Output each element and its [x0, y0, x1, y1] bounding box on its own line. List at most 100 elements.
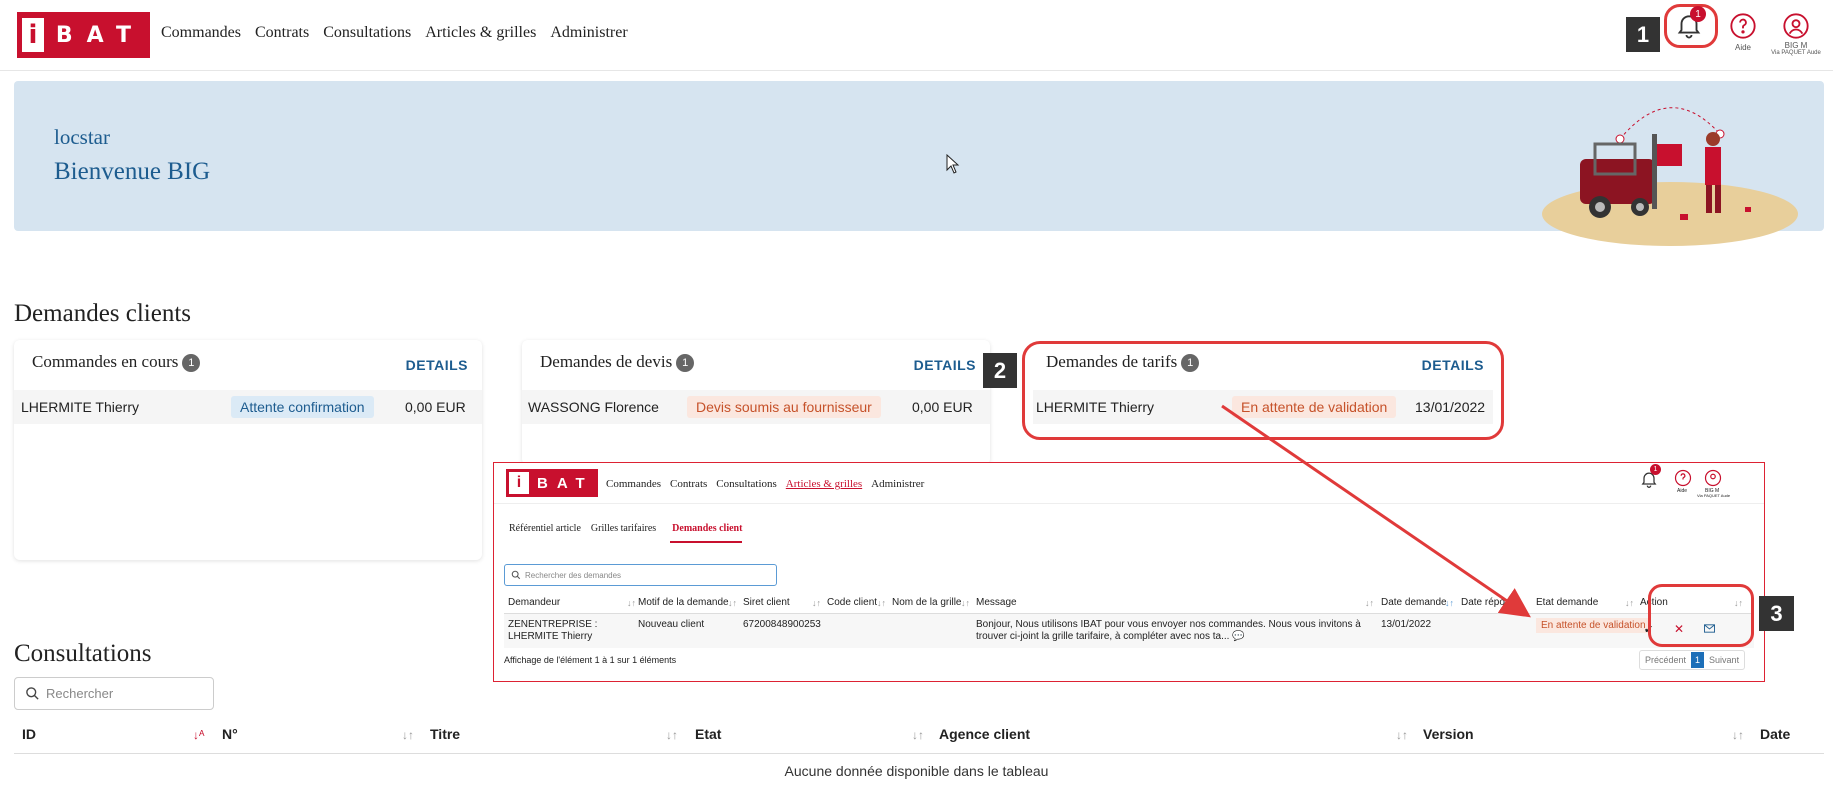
inset-user-sub: Via PAQUET Aude — [1697, 493, 1731, 498]
col-header: Etat demande — [1536, 597, 1599, 608]
help-button[interactable]: Aide — [1726, 12, 1760, 58]
callout-1: 1 — [1626, 17, 1660, 52]
col-header-etat[interactable]: Etat — [695, 726, 721, 742]
question-icon — [1730, 13, 1756, 39]
count-badge: 1 — [182, 354, 201, 373]
inset-tabs: Référentiel article Grilles tarifaires D… — [509, 523, 742, 534]
forklift-illustration-icon — [1542, 107, 1798, 246]
callout-2: 2 — [983, 353, 1017, 388]
sort-icon[interactable]: ↓↑ — [912, 728, 924, 742]
welcome-banner: locstar Bienvenue BIG — [14, 81, 1824, 246]
inset-footer-info: Affichage de l'élément 1 à 1 sur 1 éléme… — [504, 655, 677, 665]
card-title: Commandes en cours 1 — [32, 352, 201, 373]
client-name: WASSONG Florence — [528, 399, 659, 415]
status-badge: En attente de validation — [1536, 618, 1651, 633]
inset-divider — [494, 503, 1764, 504]
sort-icon[interactable]: ↓↑ — [1732, 728, 1744, 742]
sort-icon: ↓↑ — [961, 598, 970, 608]
tab-referentiel: Référentiel article — [509, 523, 581, 534]
col-header: Code client — [827, 597, 878, 608]
sort-icon[interactable]: ↓↑ — [666, 728, 678, 742]
notification-count-badge: 1 — [1690, 6, 1706, 22]
sort-icon: ↓↑ — [728, 598, 737, 608]
tab-demandes-client: Demandes client — [672, 523, 743, 534]
company-name: locstar — [54, 125, 110, 149]
user-sub: Via PAQUET Aude — [1771, 50, 1821, 56]
comment-icon: 💬 — [1232, 631, 1245, 642]
amount: 0,00 EUR — [405, 399, 466, 415]
sort-icon: ↓↑ — [627, 598, 636, 608]
col-header: Date réponse — [1461, 597, 1522, 608]
search-icon — [511, 570, 521, 580]
inset-pager: Précédent 1 Suivant — [1639, 650, 1746, 670]
list-item[interactable]: LHERMITE Thierry Attente confirmation 0,… — [14, 390, 482, 424]
col-header: Motif de la demande — [638, 597, 729, 608]
table-row: ZENENTREPRISE : LHERMITE Thierry Nouveau … — [504, 614, 1754, 648]
inset-screenshot: i BAT Commandes Contrats Consultations A… — [493, 462, 1765, 682]
col-header-numero[interactable]: N° — [222, 726, 238, 742]
inset-help-label: Aide — [1677, 488, 1688, 494]
main-nav: Commandes Contrats Consultations Article… — [161, 24, 628, 42]
cell-date: 13/01/2022 — [1381, 619, 1432, 630]
pager-page: 1 — [1691, 652, 1705, 668]
list-item[interactable]: WASSONG Florence Devis soumis au fournis… — [522, 390, 990, 424]
sort-icon[interactable]: ↓↑ — [402, 728, 414, 742]
details-link[interactable]: DETAILS — [406, 357, 468, 373]
inset-notif-badge: 1 — [1650, 464, 1661, 475]
col-header: Demandeur — [508, 597, 561, 608]
annotation-tarifs-highlight — [1022, 341, 1504, 440]
sort-asc-icon[interactable]: ↓ᴬ — [193, 728, 204, 742]
nav-contrats[interactable]: Contrats — [255, 24, 309, 42]
logo-i: i — [22, 18, 44, 52]
inset-nav: Commandes Contrats Consultations Article… — [606, 478, 924, 490]
nav-articles-grilles[interactable]: Articles & grilles — [425, 24, 536, 42]
col-header-date[interactable]: Date — [1760, 726, 1790, 742]
header-divider — [0, 70, 1833, 71]
consultations-search-input[interactable]: Rechercher — [14, 677, 214, 710]
sort-icon[interactable]: ↓↑ — [1396, 728, 1408, 742]
card-title: Demandes de devis 1 — [540, 352, 695, 373]
cell-siret: 67200848900253 — [743, 619, 821, 630]
search-icon — [26, 687, 39, 700]
nav-consultations[interactable]: Consultations — [323, 24, 411, 42]
consultations-title: Consultations — [14, 640, 152, 667]
user-icon — [1783, 13, 1809, 39]
inset-nav-item: Articles & grilles — [785, 478, 863, 490]
sort-icon: ↓↑ — [877, 598, 886, 608]
ibat-logo[interactable]: i BAT — [17, 12, 150, 58]
col-header-id[interactable]: ID — [22, 726, 36, 742]
inset-nav-item: Administrer — [871, 478, 925, 490]
logo-text: BAT — [55, 22, 145, 48]
user-name: BIG M — [1784, 41, 1808, 50]
col-header-agence-client[interactable]: Agence client — [939, 726, 1030, 742]
nav-commandes[interactable]: Commandes — [161, 24, 241, 42]
pager-prev: Précédent — [1645, 655, 1687, 665]
cell-motif: Nouveau client — [638, 619, 705, 630]
col-header: Message — [976, 597, 1017, 608]
sort-icon: ↓↑ — [1445, 598, 1454, 608]
sort-icon: ↓↑ — [812, 598, 821, 608]
nav-administrer[interactable]: Administrer — [550, 24, 627, 42]
annotation-action-highlight — [1648, 584, 1754, 647]
demandes-title: Demandes clients — [14, 300, 192, 327]
user-menu[interactable]: BIG M Via PAQUET Aude — [1768, 12, 1824, 62]
table-header-rule — [14, 753, 1824, 754]
callout-3: 3 — [1759, 596, 1794, 631]
amount: 0,00 EUR — [912, 399, 973, 415]
notification-bell[interactable]: 1 — [1674, 6, 1706, 40]
user-icon — [1704, 469, 1722, 487]
mouse-cursor-icon — [946, 154, 960, 174]
col-header: Date demande — [1381, 597, 1447, 608]
sort-icon: ↓↑ — [1365, 598, 1374, 608]
details-link[interactable]: DETAILS — [914, 357, 976, 373]
tab-grilles: Grilles tarifaires — [590, 523, 657, 534]
client-name: LHERMITE Thierry — [21, 399, 139, 415]
col-header-titre[interactable]: Titre — [430, 726, 460, 742]
col-header-version[interactable]: Version — [1423, 726, 1474, 742]
status-badge: Attente confirmation — [231, 396, 374, 418]
active-tab-underline — [670, 541, 742, 543]
cell-message: Bonjour, Nous utilisons IBAT pour vous e… — [976, 619, 1361, 642]
col-header: Nom de la grille — [892, 597, 962, 608]
inset-logo: i BAT — [506, 469, 598, 497]
welcome-text: Bienvenue BIG — [54, 158, 211, 185]
